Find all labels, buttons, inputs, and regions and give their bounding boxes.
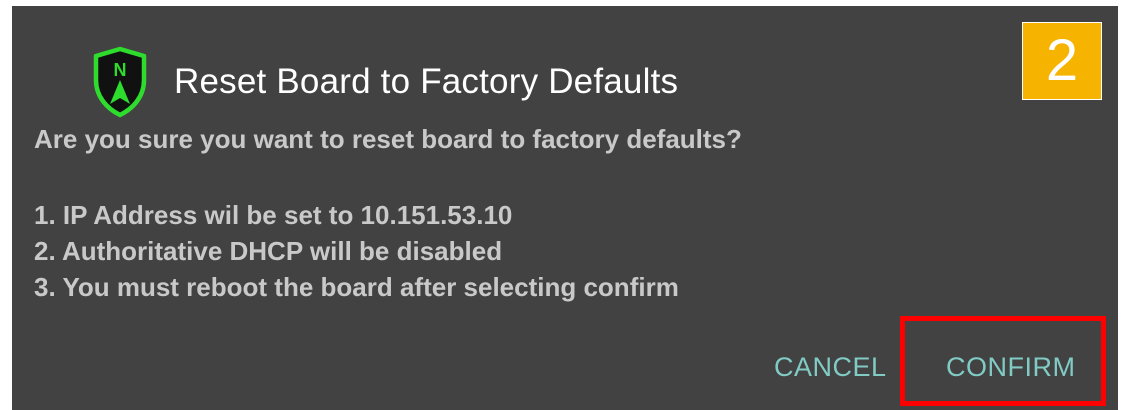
list-item: 3. You must reboot the board after selec…: [34, 272, 679, 302]
cancel-button[interactable]: CANCEL: [774, 352, 887, 383]
step-number-badge: 2: [1022, 22, 1102, 100]
list-item: 1. IP Address wil be set to 10.151.53.10: [34, 200, 513, 230]
reset-dialog: N Reset Board to Factory Defaults Are yo…: [12, 6, 1118, 410]
list-item: 2. Authoritative DHCP will be disabled: [34, 236, 503, 266]
confirm-button[interactable]: CONFIRM: [946, 352, 1075, 383]
dialog-title: Reset Board to Factory Defaults: [174, 62, 679, 101]
screenshot-canvas: N Reset Board to Factory Defaults Are yo…: [0, 0, 1122, 410]
compass-shield-icon: N: [93, 46, 147, 118]
reset-effects-list: 1. IP Address wil be set to 10.151.53.10…: [34, 197, 679, 305]
logo-letter: N: [114, 60, 127, 80]
confirmation-question: Are you sure you want to reset board to …: [34, 124, 742, 154]
